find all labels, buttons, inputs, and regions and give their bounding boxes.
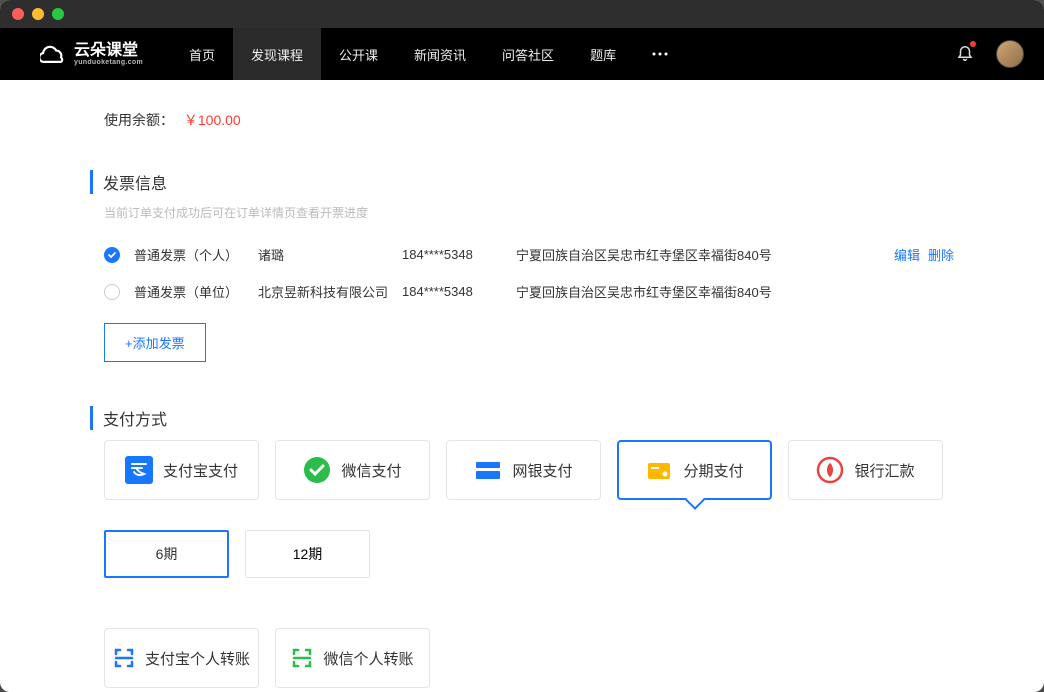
nav-item-3[interactable]: 新闻资讯 xyxy=(396,28,484,80)
bank-icon xyxy=(816,456,844,484)
invoice-name: 北京昱新科技有限公司 xyxy=(258,282,388,301)
invoice-address: 宁夏回族自治区吴忠市红寺堡区幸福街840号 xyxy=(516,282,954,301)
transfer-label: 支付宝个人转账 xyxy=(145,648,250,669)
payment-method-unionpay[interactable]: 网银支付 xyxy=(446,440,601,500)
payment-method-label: 银行汇款 xyxy=(854,460,914,481)
nav-item-1[interactable]: 发现课程 xyxy=(233,28,321,80)
alipay-icon xyxy=(125,456,153,484)
payment-method-label: 网银支付 xyxy=(512,460,572,481)
app-window: 云朵课堂 yunduoketang.com 首页发现课程公开课新闻资讯问答社区题… xyxy=(0,0,1044,692)
nav-item-2[interactable]: 公开课 xyxy=(321,28,396,80)
scan-bracket-icon xyxy=(113,647,135,669)
notification-bell-icon[interactable] xyxy=(956,43,974,66)
balance-row: 使用余额： ￥100.00 xyxy=(90,110,954,130)
period-option-1[interactable]: 12期 xyxy=(245,530,370,578)
brand-logo[interactable]: 云朵课堂 yunduoketang.com xyxy=(40,40,143,68)
transfer-alipay-personal[interactable]: 支付宝个人转账 xyxy=(104,628,259,688)
wechat-icon xyxy=(303,456,331,484)
maximize-window-icon[interactable] xyxy=(52,8,64,20)
user-avatar[interactable] xyxy=(996,40,1024,68)
balance-amount: ￥100.00 xyxy=(184,112,241,128)
invoice-radio[interactable] xyxy=(104,247,120,263)
notification-dot-icon xyxy=(970,41,976,47)
payment-method-label: 支付宝支付 xyxy=(163,460,238,481)
invoice-actions: 编辑删除 xyxy=(886,245,954,264)
payment-method-bank[interactable]: 银行汇款 xyxy=(788,440,943,500)
brand-sub: yunduoketang.com xyxy=(74,59,143,66)
unionpay-icon xyxy=(474,456,502,484)
transfer-label: 微信个人转账 xyxy=(323,648,413,669)
installment-icon xyxy=(645,456,673,484)
nav-item-0[interactable]: 首页 xyxy=(171,28,233,80)
period-option-0[interactable]: 6期 xyxy=(104,530,229,578)
invoice-delete-link[interactable]: 删除 xyxy=(928,248,954,263)
nav-item-5[interactable]: 题库 xyxy=(572,28,634,80)
invoice-type: 普通发票（单位） xyxy=(134,282,244,301)
close-window-icon[interactable] xyxy=(12,8,24,20)
installment-periods: 6期 12期 xyxy=(90,530,954,578)
add-invoice-button[interactable]: +添加发票 xyxy=(104,323,206,362)
nav-more-icon[interactable] xyxy=(634,28,686,80)
scan-bracket-icon xyxy=(291,647,313,669)
invoice-type: 普通发票（个人） xyxy=(134,245,244,264)
invoice-list: 普通发票（个人） 诸璐 184****5348 宁夏回族自治区吴忠市红寺堡区幸福街84… xyxy=(90,245,954,301)
payment-method-wechat[interactable]: 微信支付 xyxy=(275,440,430,500)
invoice-radio[interactable] xyxy=(104,284,120,300)
payment-method-alipay[interactable]: 支付宝支付 xyxy=(104,440,259,500)
balance-label: 使用余额： xyxy=(104,112,174,128)
invoice-section-title: 发票信息 xyxy=(90,170,954,194)
payment-method-label: 分期支付 xyxy=(683,460,743,481)
payment-method-installment[interactable]: 分期支付 xyxy=(617,440,772,500)
top-navigation: 云朵课堂 yunduoketang.com 首页发现课程公开课新闻资讯问答社区题… xyxy=(0,28,1044,80)
invoice-phone: 184****5348 xyxy=(402,284,502,299)
cloud-logo-icon xyxy=(40,40,68,68)
invoice-name: 诸璐 xyxy=(258,245,388,264)
brand-name: 云朵课堂 xyxy=(74,43,143,59)
payment-method-label: 微信支付 xyxy=(341,460,401,481)
payment-methods: 支付宝支付 微信支付 网银支付 分期支付 银行汇款 xyxy=(90,440,954,500)
invoice-row: 普通发票（个人） 诸璐 184****5348 宁夏回族自治区吴忠市红寺堡区幸福街84… xyxy=(104,245,954,264)
payment-section-title: 支付方式 xyxy=(90,406,954,430)
invoice-row: 普通发票（单位） 北京昱新科技有限公司 184****5348 宁夏回族自治区吴忠市红… xyxy=(104,282,954,301)
window-titlebar xyxy=(0,0,1044,28)
invoice-phone: 184****5348 xyxy=(402,247,502,262)
nav-item-4[interactable]: 问答社区 xyxy=(484,28,572,80)
invoice-section-subtitle: 当前订单支付成功后可在订单详情页查看开票进度 xyxy=(90,204,954,221)
main-content: 使用余额： ￥100.00 发票信息 当前订单支付成功后可在订单详情页查看开票进… xyxy=(0,80,1044,692)
invoice-address: 宁夏回族自治区吴忠市红寺堡区幸福街840号 xyxy=(516,245,872,264)
transfer-methods: 支付宝个人转账 微信个人转账 xyxy=(90,628,954,688)
invoice-edit-link[interactable]: 编辑 xyxy=(894,248,920,263)
minimize-window-icon[interactable] xyxy=(32,8,44,20)
transfer-wechat-personal[interactable]: 微信个人转账 xyxy=(275,628,430,688)
